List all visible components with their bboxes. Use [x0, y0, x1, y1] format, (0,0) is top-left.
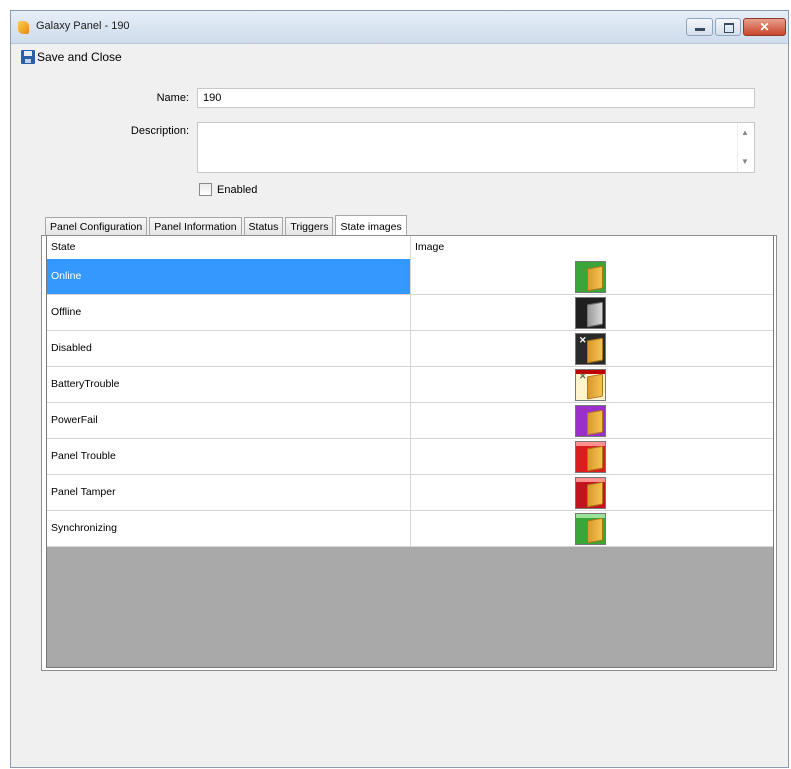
close-icon: ✕ [759, 20, 770, 34]
save-and-close-button[interactable]: Save and Close [21, 48, 122, 66]
grid-header: State Image [47, 236, 773, 260]
window-title: Galaxy Panel - 190 [36, 20, 130, 32]
app-icon [18, 21, 29, 34]
door-online-icon [575, 261, 606, 293]
state-cell: BatteryTrouble [47, 367, 411, 402]
title-bar[interactable]: Galaxy Panel - 190 ✕ [11, 11, 788, 44]
tab-strip: Panel Configuration Panel Information Stat… [45, 214, 409, 237]
floppy-disk-icon [21, 50, 35, 64]
enabled-checkbox[interactable] [199, 183, 212, 196]
state-cell: Online [47, 259, 411, 294]
table-row[interactable]: Panel Trouble [47, 439, 773, 475]
galaxy-panel-window: Galaxy Panel - 190 ✕ Save and Close Name… [10, 10, 789, 768]
state-cell: Disabled [47, 331, 411, 366]
door-panel-tamper-icon [575, 477, 606, 509]
table-row[interactable]: Offline [47, 295, 773, 331]
close-button[interactable]: ✕ [743, 18, 786, 36]
column-header-state[interactable]: State [47, 236, 411, 259]
minimize-icon [695, 28, 705, 31]
state-images-tab-panel: State Image Online Offline Disabled ✕ Batter… [41, 235, 777, 671]
table-row[interactable]: Panel Tamper [47, 475, 773, 511]
state-cell: PowerFail [47, 403, 411, 438]
tab-panel-information[interactable]: Panel Information [149, 217, 242, 236]
scroll-up-icon[interactable]: ▲ [741, 129, 749, 137]
maximize-button[interactable] [715, 18, 741, 36]
name-input[interactable] [197, 88, 755, 108]
state-cell: Offline [47, 295, 411, 330]
scroll-down-icon[interactable]: ▼ [741, 158, 749, 166]
name-label: Name: [156, 92, 189, 104]
image-cell[interactable] [411, 259, 773, 294]
save-and-close-label: Save and Close [37, 50, 122, 64]
description-scrollbar[interactable]: ▲ ▼ [737, 123, 754, 172]
image-cell[interactable]: ✕ [411, 331, 773, 366]
image-cell[interactable] [411, 475, 773, 510]
door-offline-icon [575, 297, 606, 329]
table-row[interactable]: Disabled ✕ [47, 331, 773, 367]
toolbar: Save and Close [11, 44, 788, 68]
tab-state-images[interactable]: State images [335, 215, 407, 237]
tab-status[interactable]: Status [243, 217, 284, 236]
tab-panel-configuration[interactable]: Panel Configuration [45, 217, 148, 236]
door-panel-trouble-icon [575, 441, 606, 473]
enabled-label: Enabled [217, 183, 258, 196]
door-power-fail-icon [575, 405, 606, 437]
maximize-icon [724, 23, 734, 33]
description-label: Description: [130, 125, 189, 137]
enabled-checkbox-row[interactable]: Enabled [199, 183, 257, 196]
tab-triggers[interactable]: Triggers [285, 217, 334, 236]
description-textarea[interactable]: ▲ ▼ [197, 122, 755, 173]
table-row[interactable]: BatteryTrouble ✕ [47, 367, 773, 403]
column-header-image[interactable]: Image [411, 236, 773, 259]
table-row[interactable]: Synchronizing [47, 511, 773, 547]
door-synchronizing-icon [575, 513, 606, 545]
image-cell[interactable] [411, 511, 773, 546]
table-row[interactable]: PowerFail [47, 403, 773, 439]
minimize-button[interactable] [686, 18, 713, 36]
image-cell[interactable]: ✕ [411, 367, 773, 402]
state-images-grid: State Image Online Offline Disabled ✕ Batter… [46, 236, 774, 668]
door-battery-trouble-icon: ✕ [575, 369, 606, 401]
image-cell[interactable] [411, 295, 773, 330]
door-disabled-icon: ✕ [575, 333, 606, 365]
image-cell[interactable] [411, 439, 773, 474]
state-cell: Synchronizing [47, 511, 411, 546]
state-cell: Panel Trouble [47, 439, 411, 474]
state-cell: Panel Tamper [47, 475, 411, 510]
image-cell[interactable] [411, 403, 773, 438]
table-row[interactable]: Online [47, 259, 773, 295]
